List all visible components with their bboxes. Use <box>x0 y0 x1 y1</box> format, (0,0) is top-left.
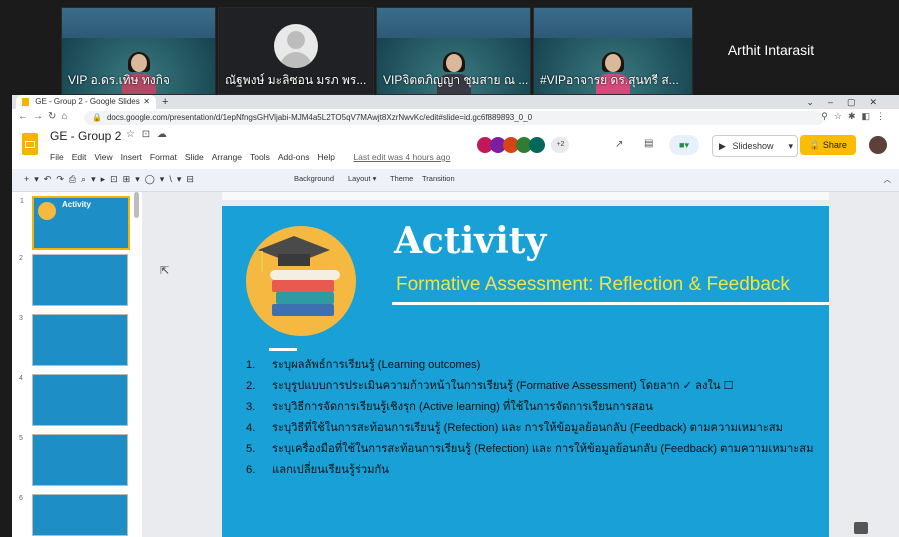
avatar-placeholder-icon <box>274 24 318 68</box>
slideshow-label: Slideshow <box>732 141 774 151</box>
menu-tools[interactable]: Tools <box>250 152 270 162</box>
menu-file[interactable]: File <box>50 152 64 162</box>
slide-thumbnail[interactable]: 6 <box>19 494 128 536</box>
slide-thumbnail[interactable]: 2 <box>19 254 128 306</box>
address-bar: ←→↻⌂ 🔒 docs.google.com/presentation/d/1ep… <box>12 109 899 128</box>
video-tile[interactable]: #VIPอาจารย ดร.สุนทรี ส... <box>533 7 693 95</box>
browser-tab[interactable]: GE - Group 2 - Google Slides ✕ <box>16 95 156 109</box>
star-icon[interactable]: ☆ <box>126 129 135 140</box>
menu-view[interactable]: View <box>94 152 112 162</box>
folder-icon[interactable]: ⊡ <box>142 129 150 140</box>
current-slide[interactable]: Activity Formative Assessment: Reflectio… <box>222 206 829 537</box>
lock-icon: 🔒 <box>92 113 102 122</box>
menu-insert[interactable]: Insert <box>121 152 142 162</box>
transition-button[interactable]: Transition <box>422 174 455 183</box>
activity-list: 1. ระบุผลลัพธ์การเรียนรู้ (Learning outco… <box>246 358 826 484</box>
list-item: 4. ระบุวิธีที่ใช้ในการสะท้อนการเรียนรู้ (… <box>246 422 783 434</box>
panel-scrollbar[interactable] <box>134 192 139 218</box>
slide-thumbnail[interactable]: 4 <box>19 374 128 426</box>
collaborator-avatars[interactable]: +2 <box>477 137 570 155</box>
meet-icon[interactable]: ■▾ <box>669 135 699 155</box>
participant-name: #VIPอาจารย ดร.สุนทรี ส... <box>540 73 679 87</box>
workshop-banner <box>62 8 215 38</box>
new-tab-icon[interactable]: + <box>162 95 168 109</box>
nav-buttons[interactable]: ←→↻⌂ <box>18 111 72 122</box>
horizontal-ruler <box>222 192 829 200</box>
slides-panel: 1 Activity 2 3 4 5 6 <box>12 192 142 537</box>
expand-panel-icon[interactable] <box>854 522 868 534</box>
slideshow-dropdown-icon[interactable]: ▾ <box>788 136 793 156</box>
thumb-title: Activity <box>62 200 91 209</box>
extension-icons[interactable]: ⚲☆✱◧⋮ <box>821 111 891 122</box>
layout-button[interactable]: Layout ▾ <box>348 174 376 183</box>
video-tile[interactable]: Arthit Intarasit <box>695 7 847 95</box>
mouse-cursor-icon: ⇱ <box>160 265 170 277</box>
slides-logo-icon[interactable] <box>22 133 38 155</box>
share-label: Share <box>822 140 847 150</box>
slides-favicon-icon <box>22 98 29 106</box>
browser-window: GE - Group 2 - Google Slides ✕ + ⌄–▢✕ ←→… <box>12 95 899 537</box>
video-tile[interactable]: ณัฐพงษ์ มะลิซอน มรภ พร... <box>218 7 374 95</box>
list-item: 1. ระบุผลลัพธ์การเรียนรู้ (Learning outco… <box>246 359 481 371</box>
more-collaborators[interactable]: +2 <box>551 137 570 153</box>
menu-bar: File Edit View Insert Format Slide Arrange Tool… <box>50 147 458 165</box>
video-tile[interactable]: VIPจิตตภิญญา ชุมสาย ณ ... <box>376 7 531 95</box>
toolbar-icons[interactable]: +▾↶↷⎙⌕▾▸⊡⊞▾◯▾\▾⊟ <box>24 174 199 185</box>
user-avatar[interactable] <box>869 136 887 154</box>
slide-thumbnail[interactable]: 1 Activity <box>20 196 130 250</box>
list-item: 5. ระบุเครื่องมือที่ใช้ในการสะท้อนการเรีย… <box>246 443 814 455</box>
participant-name: VIP อ.ดร.เทิษ ทงกิจ <box>68 73 170 87</box>
list-divider <box>269 348 297 351</box>
slides-header: GE - Group 2 ☆ ⊡ ☁ File Edit View Insert For… <box>12 127 899 169</box>
participant-name: Arthit Intarasit <box>727 42 815 58</box>
menu-addons[interactable]: Add-ons <box>278 152 310 162</box>
slide-thumbnail[interactable]: 5 <box>19 434 128 486</box>
list-item: 2. ระบุรูปแบบการประเมินความก้าวหน้าในการเ… <box>246 380 734 392</box>
slideshow-button[interactable]: ▶ Slideshow ▾ <box>712 135 798 157</box>
cloud-icon[interactable]: ☁ <box>157 129 167 140</box>
present-icon: ▶ <box>719 141 726 151</box>
workshop-banner <box>534 8 692 38</box>
menu-help[interactable]: Help <box>318 152 335 162</box>
list-item: 3. ระบุวิธีการจัดการเรียนรู้เชิงรุก (Acti… <box>246 401 653 413</box>
tab-bar: GE - Group 2 - Google Slides ✕ + ⌄–▢✕ <box>12 95 899 109</box>
list-item: 6. แลกเปลี่ยนเรียนรู้ร่วมกัน <box>246 464 389 476</box>
participant-name: VIPจิตตภิญญา ชุมสาย ณ ... <box>383 73 529 87</box>
participant-name: ณัฐพงษ์ มะลิซอน มรภ พร... <box>225 73 367 87</box>
slide-canvas: ⇱ Activity Formative Assessment: Reflect… <box>142 192 899 537</box>
slide-thumbnail[interactable]: 3 <box>19 314 128 366</box>
theme-button[interactable]: Theme <box>390 174 413 183</box>
editor-toolbar: +▾↶↷⎙⌕▾▸⊡⊞▾◯▾\▾⊟ Background Layout ▾ The… <box>12 169 899 192</box>
slide-subtitle: Formative Assessment: Reflection & Feedb… <box>396 274 790 295</box>
slide-title: Activity <box>394 220 547 262</box>
comment-icon[interactable]: ▤ <box>644 138 653 149</box>
video-tile[interactable]: VIP อ.ดร.เทิษ ทงกิจ <box>61 7 216 95</box>
title-divider <box>392 302 829 305</box>
menu-arrange[interactable]: Arrange <box>212 152 242 162</box>
menu-edit[interactable]: Edit <box>72 152 87 162</box>
share-button[interactable]: 🔒 Share <box>800 135 856 155</box>
trend-icon[interactable]: ↗ <box>615 139 623 150</box>
menu-format[interactable]: Format <box>150 152 177 162</box>
graduation-icon <box>246 226 356 336</box>
tab-close-icon[interactable]: ✕ <box>143 95 150 109</box>
doc-title[interactable]: GE - Group 2 <box>50 129 121 143</box>
url-field[interactable]: 🔒 docs.google.com/presentation/d/1epNfngs… <box>84 111 824 125</box>
last-edit-link[interactable]: Last edit was 4 hours ago <box>353 152 450 162</box>
tab-title: GE - Group 2 - Google Slides <box>35 97 140 106</box>
menu-slide[interactable]: Slide <box>185 152 204 162</box>
window-controls[interactable]: ⌄–▢✕ <box>806 95 891 109</box>
url-text: docs.google.com/presentation/d/1epNfngsG… <box>106 113 533 122</box>
background-button[interactable]: Background <box>294 174 334 183</box>
workshop-banner <box>377 8 530 38</box>
collapse-toolbar-icon[interactable]: ︿ <box>884 174 892 185</box>
lock-icon: 🔒 <box>809 140 821 150</box>
